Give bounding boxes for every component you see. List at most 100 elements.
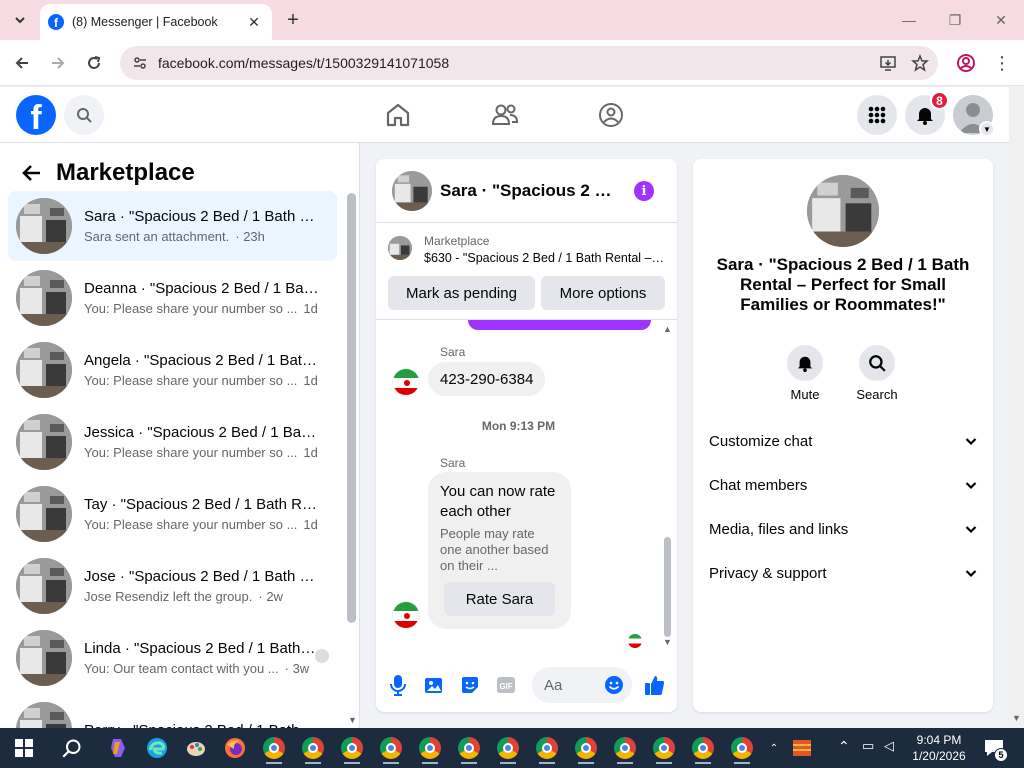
tab-close-icon[interactable]: ✕ xyxy=(244,12,264,32)
sender-avatar[interactable] xyxy=(392,601,420,629)
chrome-taskbar-icon[interactable] xyxy=(336,732,368,764)
address-bar[interactable]: facebook.com/messages/t/1500329141071058 xyxy=(120,46,938,80)
network-icon[interactable]: ▭ xyxy=(862,738,874,754)
menu-button[interactable] xyxy=(857,95,897,135)
paint-app-icon[interactable] xyxy=(180,732,212,764)
section-chat-members[interactable]: Chat members xyxy=(709,467,977,503)
section-customize-chat[interactable]: Customize chat xyxy=(709,423,977,459)
search-icon xyxy=(62,739,81,758)
scroll-down-arrow-icon[interactable]: ▼ xyxy=(348,715,357,725)
conversation-row[interactable]: Jessica · "Spacious 2 Bed / 1 Bath Renta… xyxy=(8,407,337,477)
listing-thumbnail[interactable] xyxy=(388,236,412,260)
page-scrollbar[interactable]: ▼ xyxy=(1009,87,1024,728)
forward-button[interactable] xyxy=(44,49,72,77)
page-scroll-down-icon[interactable]: ▼ xyxy=(1012,713,1021,723)
conversation-row[interactable]: Sara · "Spacious 2 Bed / 1 Bath Rental –… xyxy=(8,191,337,261)
conversation-time: · 3w xyxy=(284,661,310,676)
chat-header[interactable]: Sara · "Spacious 2 Bed / 1 Bath Rental –… xyxy=(376,159,677,223)
notifications-button[interactable]: 8 xyxy=(905,91,949,135)
sender-avatar[interactable] xyxy=(392,368,420,396)
chrome-taskbar-icon[interactable] xyxy=(570,732,602,764)
chat-scroll-up-icon[interactable]: ▲ xyxy=(663,324,672,334)
mute-action[interactable]: Mute xyxy=(775,345,835,402)
site-info-icon[interactable] xyxy=(130,53,150,73)
conversation-row[interactable]: Linda · "Spacious 2 Bed / 1 Bath Rental … xyxy=(8,623,337,693)
microphone-icon[interactable] xyxy=(386,673,410,697)
close-window-button[interactable]: ✕ xyxy=(978,8,1024,32)
incoming-message-phone[interactable]: 423-290-6384 xyxy=(428,362,546,396)
new-tab-button[interactable]: + xyxy=(282,9,304,31)
notification-badge: 8 xyxy=(930,91,949,110)
conversation-time: 1d xyxy=(303,445,318,460)
mark-as-pending-button[interactable]: Mark as pending xyxy=(388,276,535,310)
conversation-row[interactable]: Jose · "Spacious 2 Bed / 1 Bath Rental –… xyxy=(8,551,337,621)
minimize-button[interactable]: — xyxy=(886,8,932,32)
chrome-taskbar-icon[interactable] xyxy=(492,732,524,764)
edge-icon[interactable] xyxy=(141,732,173,764)
tray-app-icon[interactable] xyxy=(786,732,818,764)
conversation-row[interactable]: Tay · "Spacious 2 Bed / 1 Bath Rental – … xyxy=(8,479,337,549)
facebook-favicon-icon: f xyxy=(48,14,64,30)
chat-scrollbar[interactable] xyxy=(664,537,671,637)
listing-title[interactable]: $630 - "Spacious 2 Bed / 1 Bath Rental –… xyxy=(424,251,666,265)
chrome-taskbar-icon[interactable] xyxy=(531,732,563,764)
chrome-taskbar-icon[interactable] xyxy=(375,732,407,764)
browser-menu-icon[interactable]: ⋮ xyxy=(988,49,1016,77)
conversation-list-scrollbar[interactable] xyxy=(347,193,356,623)
thumbs-up-icon[interactable] xyxy=(643,673,667,697)
taskbar-search-button[interactable] xyxy=(56,732,88,764)
section-privacy-support[interactable]: Privacy & support xyxy=(709,555,977,591)
bookmark-star-icon[interactable] xyxy=(906,49,934,77)
chat-scroll-down-icon[interactable]: ▼ xyxy=(663,637,672,647)
photo-icon[interactable] xyxy=(422,673,446,697)
volume-icon[interactable]: ◁ xyxy=(884,738,894,754)
install-app-icon[interactable] xyxy=(874,49,902,77)
chat-info-avatar[interactable] xyxy=(807,175,879,247)
sticker-icon[interactable] xyxy=(458,673,482,697)
system-clock[interactable]: 9:04 PM 1/20/2026 xyxy=(906,732,972,764)
nav-home[interactable] xyxy=(382,99,414,131)
chrome-taskbar-icon[interactable] xyxy=(258,732,290,764)
copilot-icon[interactable] xyxy=(102,732,134,764)
chrome-taskbar-icon[interactable] xyxy=(609,732,641,764)
chrome-taskbar-icon[interactable] xyxy=(297,732,329,764)
facebook-search-button[interactable] xyxy=(64,95,104,135)
conversation-row[interactable]: Deanna · "Spacious 2 Bed / 1 Bath Rental… xyxy=(8,263,337,333)
chat-avatar[interactable] xyxy=(392,170,432,211)
chrome-taskbar-icon[interactable] xyxy=(726,732,758,764)
chrome-taskbar-icon[interactable] xyxy=(453,732,485,764)
more-options-button[interactable]: More options xyxy=(541,276,665,310)
nav-friends[interactable] xyxy=(489,99,521,131)
section-media-files-links[interactable]: Media, files and links xyxy=(709,511,977,547)
firefox-icon[interactable] xyxy=(219,732,251,764)
tray-expand-icon[interactable]: ⌃ xyxy=(838,738,850,755)
outgoing-message-bubble[interactable] xyxy=(468,320,651,330)
chrome-taskbar-icon[interactable] xyxy=(414,732,446,764)
restore-button[interactable]: ❐ xyxy=(932,8,978,32)
facebook-logo-icon[interactable]: f xyxy=(16,95,56,135)
gif-icon[interactable]: GIF xyxy=(494,673,518,697)
notification-center-button[interactable]: 5 xyxy=(978,732,1010,764)
chrome-icon xyxy=(653,737,675,759)
account-caret-icon[interactable]: ▼ xyxy=(979,121,995,137)
browser-profile-button[interactable] xyxy=(952,49,980,77)
chat-title: Sara · "Spacious 2 Bed / 1 Bath Rental –… xyxy=(440,180,620,200)
nav-groups[interactable] xyxy=(595,99,627,131)
back-arrow-button[interactable] xyxy=(16,157,48,189)
back-button[interactable] xyxy=(8,49,36,77)
browser-tab[interactable]: f (8) Messenger | Facebook ✕ xyxy=(40,4,272,40)
url-text[interactable]: facebook.com/messages/t/1500329141071058 xyxy=(158,55,874,71)
running-indicator xyxy=(305,762,321,764)
rate-sara-button[interactable]: Rate Sara xyxy=(444,582,555,616)
start-button[interactable] xyxy=(8,732,40,764)
message-input[interactable]: Aa xyxy=(532,667,632,703)
emoji-icon[interactable] xyxy=(604,675,624,695)
chrome-taskbar-icon[interactable] xyxy=(687,732,719,764)
conversation-row[interactable]: Angela · "Spacious 2 Bed / 1 Bath Rental… xyxy=(8,335,337,405)
conversation-row[interactable]: Perry · "Spacious 2 Bed / 1 Bath Rental … xyxy=(8,695,337,728)
chrome-taskbar-icon[interactable] xyxy=(648,732,680,764)
search-action[interactable]: Search xyxy=(847,345,907,402)
reload-button[interactable] xyxy=(80,49,108,77)
info-icon[interactable]: i xyxy=(634,181,654,201)
tab-search-button[interactable] xyxy=(6,6,34,34)
